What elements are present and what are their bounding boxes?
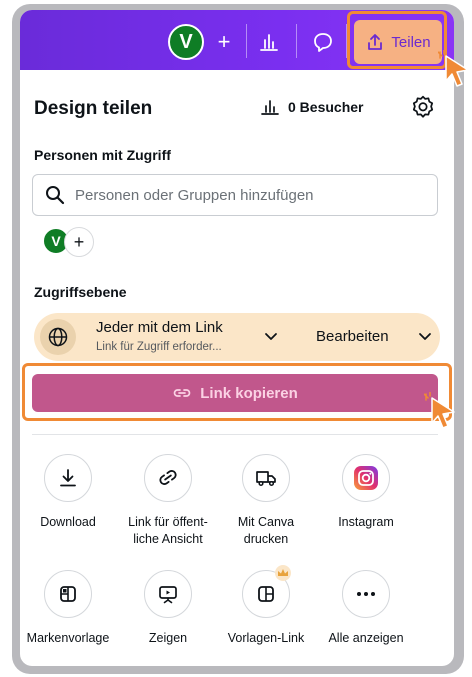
insights-button[interactable] — [250, 24, 288, 60]
action-show-all[interactable]: Alle anzeigen — [316, 570, 416, 647]
copy-link-label: Link kopieren — [200, 384, 298, 402]
link-icon[interactable] — [144, 454, 192, 502]
user-avatar[interactable]: V — [168, 24, 204, 60]
globe-icon — [40, 319, 76, 355]
access-level-row: Jeder mit dem Link Link für Zugriff erfo… — [34, 313, 440, 361]
template-link-icon[interactable] — [242, 565, 291, 618]
copy-link-button[interactable]: Link kopieren — [32, 374, 438, 412]
permission-dropdown[interactable]: Bearbeiten — [316, 328, 389, 345]
add-collaborator-button[interactable]: + — [206, 24, 242, 60]
action-label: Download — [40, 515, 96, 529]
action-template-link[interactable]: Vorlagen-Link — [216, 565, 316, 647]
action-label: Alle anzeigen — [328, 631, 404, 645]
comments-button[interactable] — [304, 24, 342, 60]
toolbar-divider — [296, 24, 297, 58]
access-section-label: Zugriffsebene — [34, 284, 127, 300]
bar-chart-icon — [261, 100, 279, 115]
action-brand-template[interactable]: Markenvorlage — [20, 570, 118, 647]
search-icon — [46, 186, 65, 205]
action-label: Markenvorlage — [26, 631, 110, 645]
bar-chart-icon — [260, 34, 278, 51]
page-title: Design teilen — [34, 98, 153, 119]
crown-icon — [275, 565, 291, 581]
download-icon[interactable] — [44, 454, 92, 502]
chevron-down-icon[interactable] — [416, 327, 434, 345]
action-instagram[interactable]: Instagram — [316, 454, 416, 531]
toolbar-divider — [246, 24, 247, 58]
visitors-label: 0 Besucher — [288, 99, 364, 115]
present-icon[interactable] — [144, 570, 192, 618]
top-toolbar: V + Teilen — [20, 10, 454, 70]
action-label: Link für öffent- liche Ansicht — [128, 515, 208, 546]
action-label: Vorlagen-Link — [227, 631, 305, 645]
people-search-field[interactable] — [32, 174, 438, 216]
cursor-icon — [424, 392, 455, 429]
action-label: Zeigen — [148, 631, 188, 645]
people-search-input[interactable] — [75, 186, 415, 204]
gear-icon[interactable] — [410, 94, 436, 120]
more-icon[interactable] — [342, 570, 390, 618]
visitors-button[interactable]: 0 Besucher — [260, 98, 363, 116]
action-public-link[interactable]: Link für öffent- liche Ansicht — [118, 454, 218, 548]
comment-icon — [314, 33, 332, 52]
people-section-label: Personen mit Zugriff — [34, 147, 171, 163]
action-print[interactable]: Mit Canva drucken — [216, 454, 316, 548]
highlight-outline — [347, 11, 447, 69]
instagram-icon[interactable] — [342, 454, 390, 502]
action-label: Mit Canva drucken — [237, 515, 295, 546]
action-present[interactable]: Zeigen — [118, 570, 218, 647]
truck-icon[interactable] — [242, 454, 290, 502]
brand-template-icon[interactable] — [44, 570, 92, 618]
share-panel: V + Teilen Design teilen 0 Besucher Pers… — [20, 10, 454, 666]
action-download[interactable]: Download — [20, 454, 118, 531]
chevron-down-icon[interactable] — [262, 327, 280, 345]
link-access-description: Link für Zugriff erforder... — [96, 341, 222, 353]
cursor-icon — [438, 50, 469, 87]
add-person-button[interactable]: + — [64, 227, 94, 257]
link-icon — [173, 389, 191, 397]
action-label: Instagram — [338, 515, 394, 529]
divider — [32, 434, 438, 435]
link-access-dropdown[interactable]: Jeder mit dem Link — [96, 319, 223, 336]
